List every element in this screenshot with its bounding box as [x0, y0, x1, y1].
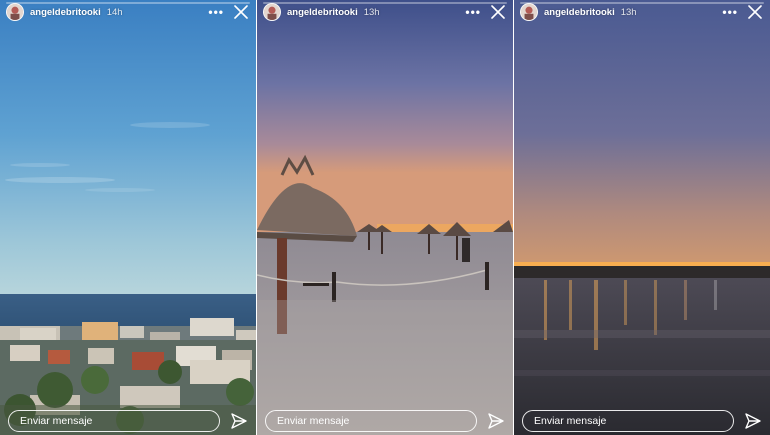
story-footer: [257, 407, 513, 435]
story-header: angeldebritooki 13h •••: [257, 0, 513, 24]
message-input[interactable]: [8, 410, 220, 432]
story-panel-2[interactable]: angeldebritooki 13h •••: [257, 0, 513, 435]
story-header: angeldebritooki 14h •••: [0, 0, 256, 24]
story-footer: [0, 407, 256, 435]
send-icon[interactable]: [230, 412, 248, 430]
story-header: angeldebritooki 13h •••: [514, 0, 770, 24]
more-horizontal-icon[interactable]: •••: [208, 6, 224, 18]
post-time: 14h: [106, 6, 123, 18]
message-input[interactable]: [522, 410, 734, 432]
avatar[interactable]: [520, 3, 538, 21]
story-image-shoreline-lights: [514, 0, 770, 435]
story-panel-3[interactable]: angeldebritooki 13h •••: [514, 0, 770, 435]
story-footer: [514, 407, 770, 435]
close-icon[interactable]: [491, 5, 505, 19]
more-horizontal-icon[interactable]: •••: [465, 6, 481, 18]
send-icon[interactable]: [487, 412, 505, 430]
send-icon[interactable]: [744, 412, 762, 430]
avatar[interactable]: [263, 3, 281, 21]
post-time: 13h: [363, 6, 380, 18]
username[interactable]: angeldebritooki: [544, 7, 615, 18]
avatar[interactable]: [6, 3, 24, 21]
story-panel-1[interactable]: angeldebritooki 14h •••: [0, 0, 256, 435]
more-horizontal-icon[interactable]: •••: [722, 6, 738, 18]
story-image-beach-umbrellas: [257, 0, 513, 435]
post-time: 13h: [620, 6, 637, 18]
close-icon[interactable]: [234, 5, 248, 19]
username[interactable]: angeldebritooki: [287, 7, 358, 18]
username[interactable]: angeldebritooki: [30, 7, 101, 18]
stories-viewer: angeldebritooki 14h ••• Enviar mensaje a…: [0, 0, 770, 435]
message-input[interactable]: [265, 410, 477, 432]
story-image-city-coast: [0, 0, 256, 435]
close-icon[interactable]: [748, 5, 762, 19]
